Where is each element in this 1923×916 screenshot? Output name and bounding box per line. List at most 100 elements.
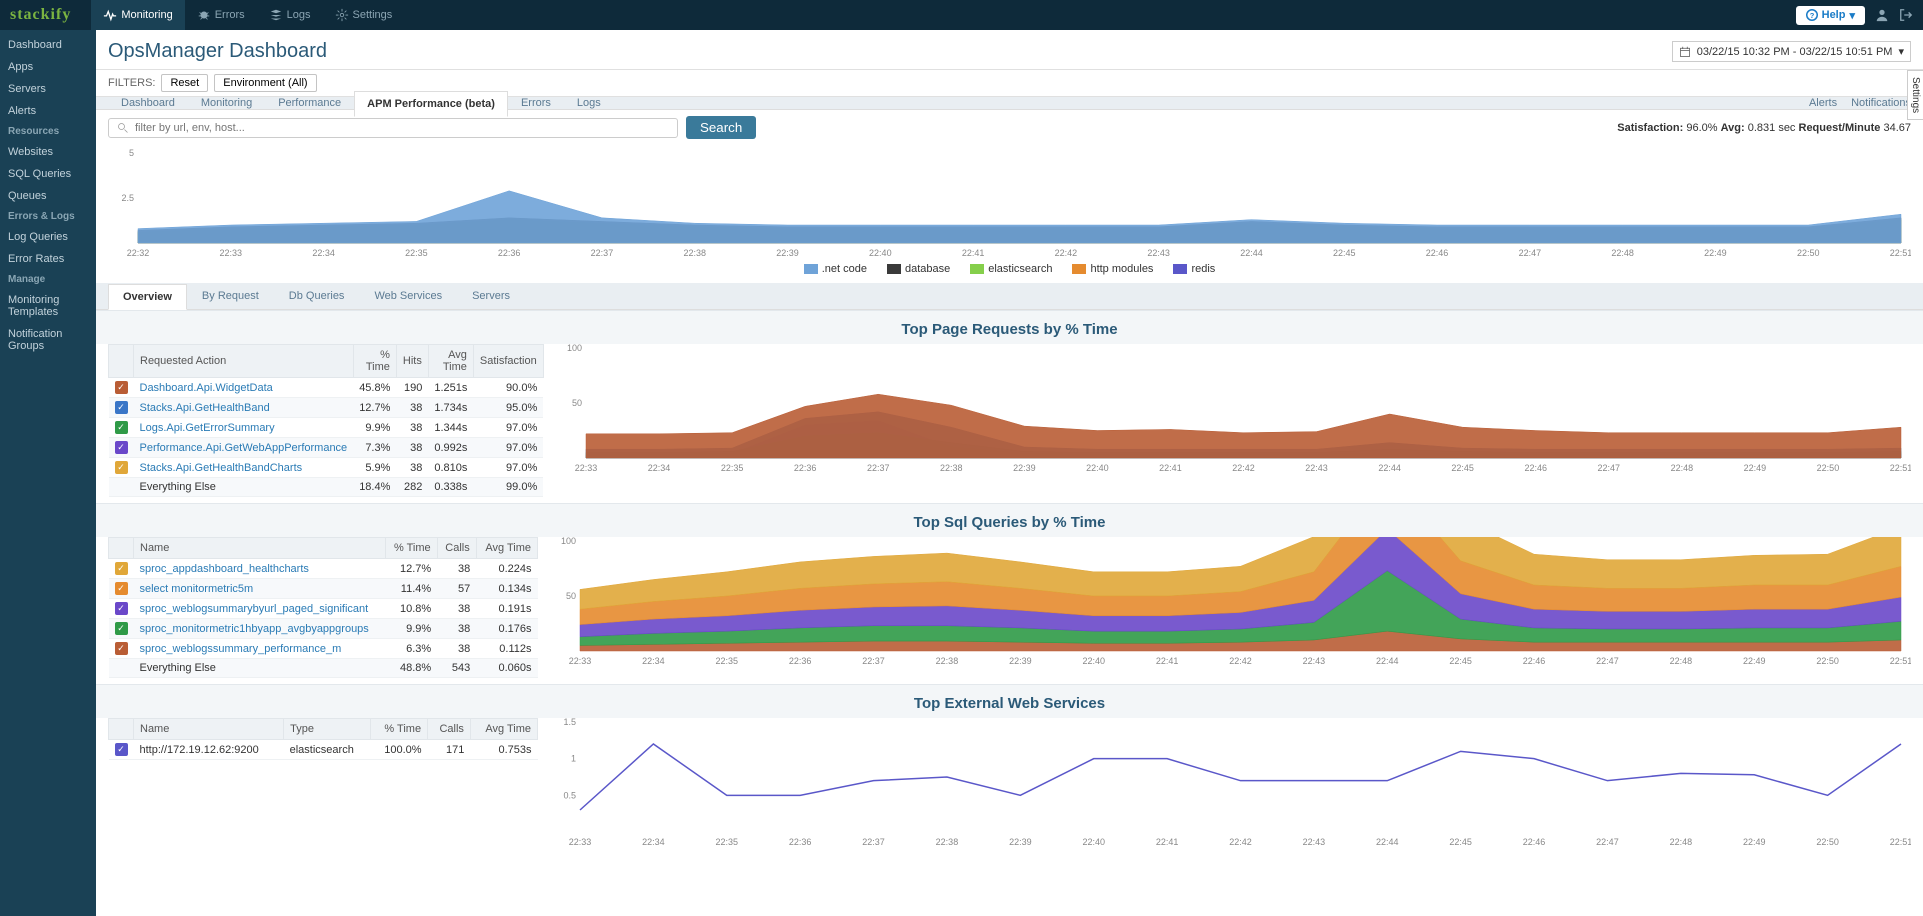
tab-right-alerts[interactable]: Alerts <box>1809 97 1837 109</box>
tab-errors[interactable]: Errors <box>508 90 564 116</box>
svg-text:22:49: 22:49 <box>1743 463 1766 473</box>
svg-text:22:46: 22:46 <box>1524 463 1547 473</box>
metrics-summary: Satisfaction: 96.0% Avg: 0.831 sec Reque… <box>1617 122 1911 134</box>
sidebar-manage-head: Manage <box>0 270 96 289</box>
svg-text:22:34: 22:34 <box>642 837 665 847</box>
svg-text:22:51: 22:51 <box>1889 463 1911 473</box>
nav-errors[interactable]: Errors <box>185 0 257 30</box>
series-checkbox[interactable]: ✓ <box>115 441 128 454</box>
subtab-db-queries[interactable]: Db Queries <box>274 283 360 309</box>
subtab-servers[interactable]: Servers <box>457 283 525 309</box>
sidebar-item-notification-groups[interactable]: Notification Groups <box>0 323 96 357</box>
page-title: OpsManager Dashboard <box>108 40 327 63</box>
series-checkbox[interactable]: ✓ <box>115 401 128 414</box>
tab-dashboard[interactable]: Dashboard <box>108 90 188 116</box>
legend-item[interactable]: redis <box>1173 263 1215 275</box>
sidebar-item-monitoring-templates[interactable]: Monitoring Templates <box>0 289 96 323</box>
nav-settings[interactable]: Settings <box>323 0 405 30</box>
svg-text:22:34: 22:34 <box>312 248 335 258</box>
svg-text:22:42: 22:42 <box>1229 837 1252 847</box>
series-checkbox[interactable]: ✓ <box>115 461 128 474</box>
table-row: ✓sproc_appdashboard_healthcharts12.7%380… <box>109 559 538 579</box>
series-checkbox[interactable]: ✓ <box>115 582 128 595</box>
subtab-by-request[interactable]: By Request <box>187 283 274 309</box>
svg-text:22:43: 22:43 <box>1303 837 1326 847</box>
search-button[interactable]: Search <box>686 116 756 139</box>
svg-text:0.5: 0.5 <box>563 790 576 800</box>
settings-side-tab[interactable]: Settings <box>1907 70 1923 120</box>
series-checkbox[interactable]: ✓ <box>115 642 128 655</box>
page-requests-table: Requested Action % Time Hits Avg Time Sa… <box>108 344 544 497</box>
query-link[interactable]: sproc_appdashboard_healthcharts <box>134 559 386 579</box>
sidebar-item-alerts[interactable]: Alerts <box>0 100 96 122</box>
search-icon <box>117 122 129 134</box>
svg-text:22:47: 22:47 <box>1596 656 1619 666</box>
tab-logs[interactable]: Logs <box>564 90 614 116</box>
heartbeat-icon <box>103 8 117 22</box>
logo[interactable]: stackify <box>10 6 71 24</box>
tab-apm-performance-beta-[interactable]: APM Performance (beta) <box>354 91 508 117</box>
query-link[interactable]: sproc_monitormetric1hbyapp_avgbyappgroup… <box>134 619 386 639</box>
subtab-web-services[interactable]: Web Services <box>359 283 457 309</box>
svg-text:22:37: 22:37 <box>862 656 885 666</box>
subtab-overview[interactable]: Overview <box>108 284 187 310</box>
sidebar-resources-head: Resources <box>0 122 96 141</box>
series-checkbox[interactable]: ✓ <box>115 421 128 434</box>
sidebar-item-apps[interactable]: Apps <box>0 56 96 78</box>
query-link[interactable]: select monitormetric5m <box>134 579 386 599</box>
svg-text:22:48: 22:48 <box>1670 463 1693 473</box>
series-checkbox[interactable]: ✓ <box>115 562 128 575</box>
sidebar-item-queues[interactable]: Queues <box>0 185 96 207</box>
nav-logs[interactable]: Logs <box>257 0 323 30</box>
svg-text:22:38: 22:38 <box>936 656 959 666</box>
query-link[interactable]: sproc_weblogsummarybyurl_paged_significa… <box>134 599 386 619</box>
sidebar-item-servers[interactable]: Servers <box>0 78 96 100</box>
svg-text:5: 5 <box>129 149 134 158</box>
svg-text:22:40: 22:40 <box>1086 463 1109 473</box>
series-checkbox[interactable]: ✓ <box>115 602 128 615</box>
table-row: ✓Stacks.Api.GetHealthBandCharts5.9%380.8… <box>109 458 544 478</box>
table-row: Everything Else18.4%2820.338s99.0% <box>109 478 544 497</box>
svg-text:22:41: 22:41 <box>962 248 985 258</box>
sidebar-item-dashboard[interactable]: Dashboard <box>0 34 96 56</box>
action-link[interactable]: Logs.Api.GetErrorSummary <box>134 418 354 438</box>
svg-text:100: 100 <box>561 537 576 546</box>
svg-text:22:35: 22:35 <box>716 656 739 666</box>
series-checkbox[interactable]: ✓ <box>115 743 128 756</box>
svg-text:22:34: 22:34 <box>642 656 665 666</box>
action-link[interactable]: Dashboard.Api.WidgetData <box>134 378 354 398</box>
sidebar-item-sql-queries[interactable]: SQL Queries <box>0 163 96 185</box>
table-row: Everything Else48.8%5430.060s <box>109 659 538 678</box>
svg-text:1: 1 <box>571 754 576 764</box>
svg-text:22:45: 22:45 <box>1333 248 1356 258</box>
legend-item[interactable]: database <box>887 263 950 275</box>
legend-item[interactable]: .net code <box>804 263 867 275</box>
legend-item[interactable]: elasticsearch <box>970 263 1052 275</box>
svg-text:22:36: 22:36 <box>794 463 817 473</box>
svg-text:22:36: 22:36 <box>789 656 812 666</box>
search-input[interactable] <box>135 122 669 134</box>
sidebar-item-websites[interactable]: Websites <box>0 141 96 163</box>
svg-text:22:48: 22:48 <box>1670 656 1693 666</box>
query-link[interactable]: sproc_weblogssummary_performance_m <box>134 639 386 659</box>
action-link[interactable]: Stacks.Api.GetHealthBandCharts <box>134 458 354 478</box>
svg-text:22:47: 22:47 <box>1596 837 1619 847</box>
date-range-picker[interactable]: 03/22/15 10:32 PM - 03/22/15 10:51 PM ▾ <box>1672 41 1911 62</box>
tab-right-notifications[interactable]: Notifications <box>1851 97 1911 109</box>
svg-text:22:44: 22:44 <box>1376 837 1399 847</box>
legend-item[interactable]: http modules <box>1072 263 1153 275</box>
logout-icon[interactable] <box>1899 8 1913 22</box>
calendar-icon <box>1679 46 1691 58</box>
sidebar-item-log-queries[interactable]: Log Queries <box>0 226 96 248</box>
nav-monitoring[interactable]: Monitoring <box>91 0 184 30</box>
user-icon[interactable] <box>1875 8 1889 22</box>
help-button[interactable]: ? Help ▾ <box>1796 6 1865 25</box>
tab-monitoring[interactable]: Monitoring <box>188 90 265 116</box>
sidebar-item-error-rates[interactable]: Error Rates <box>0 248 96 270</box>
tab-performance[interactable]: Performance <box>265 90 354 116</box>
series-checkbox[interactable]: ✓ <box>115 381 128 394</box>
action-link[interactable]: Performance.Api.GetWebAppPerformance <box>134 438 354 458</box>
action-link[interactable]: Stacks.Api.GetHealthBand <box>134 398 354 418</box>
series-checkbox[interactable]: ✓ <box>115 622 128 635</box>
table-row: ✓Dashboard.Api.WidgetData45.8%1901.251s9… <box>109 378 544 398</box>
